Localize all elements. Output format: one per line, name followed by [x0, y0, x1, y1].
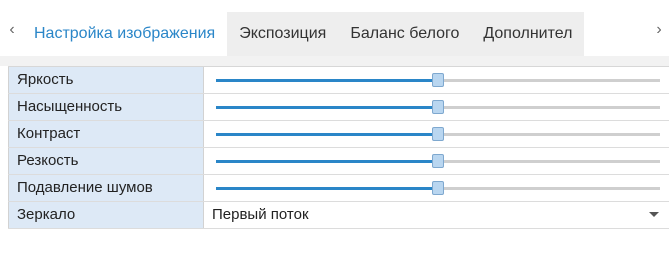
tab-list: Настройка изображения Экспозиция Баланс бе…: [22, 12, 647, 56]
brightness-slider[interactable]: [216, 73, 660, 87]
slider-fill: [216, 79, 438, 82]
setting-row-saturation: Насыщенность: [8, 94, 669, 121]
slider-handle[interactable]: [432, 73, 444, 87]
setting-row-mirror: Зеркало Первый поток: [8, 202, 669, 229]
saturation-slider[interactable]: [216, 100, 660, 114]
setting-label: Зеркало: [8, 202, 204, 228]
setting-control: [204, 121, 669, 147]
setting-label: Насыщенность: [8, 94, 204, 120]
setting-label: Яркость: [8, 67, 204, 93]
slider-fill: [216, 133, 438, 136]
setting-control: [204, 175, 669, 201]
setting-row-noise-reduction: Подавление шумов: [8, 175, 669, 202]
setting-row-brightness: Яркость: [8, 67, 669, 94]
mirror-select[interactable]: Первый поток: [204, 202, 669, 228]
slider-handle[interactable]: [432, 127, 444, 141]
tab-image-settings[interactable]: Настройка изображения: [22, 12, 228, 56]
slider-handle[interactable]: [432, 181, 444, 195]
slider-fill: [216, 106, 438, 109]
setting-row-contrast: Контраст: [8, 121, 669, 148]
chevron-down-icon[interactable]: [649, 212, 659, 217]
chevron-left-icon[interactable]: ‹: [4, 18, 20, 42]
setting-row-sharpness: Резкость: [8, 148, 669, 175]
slider-fill: [216, 160, 438, 163]
tab-advanced[interactable]: Дополнител: [471, 12, 585, 56]
chevron-right-icon[interactable]: ›: [651, 18, 667, 42]
slider-handle[interactable]: [432, 100, 444, 114]
slider-handle[interactable]: [432, 154, 444, 168]
tab-exposure[interactable]: Экспозиция: [227, 12, 339, 56]
tab-white-balance[interactable]: Баланс белого: [338, 12, 472, 56]
setting-control: [204, 148, 669, 174]
tab-underline-bar: [0, 56, 669, 66]
noise-reduction-slider[interactable]: [216, 181, 660, 195]
setting-control: [204, 67, 669, 93]
contrast-slider[interactable]: [216, 127, 660, 141]
tab-bar: ‹ Настройка изображения Экспозиция Баланс …: [0, 0, 669, 56]
setting-label: Контраст: [8, 121, 204, 147]
slider-fill: [216, 187, 438, 190]
setting-label: Резкость: [8, 148, 204, 174]
mirror-select-value: Первый поток: [212, 206, 309, 223]
image-settings-table: Яркость Насыщенность Контраст Резкость П…: [8, 66, 669, 258]
sharpness-slider[interactable]: [216, 154, 660, 168]
setting-control: [204, 94, 669, 120]
setting-label: Подавление шумов: [8, 175, 204, 201]
